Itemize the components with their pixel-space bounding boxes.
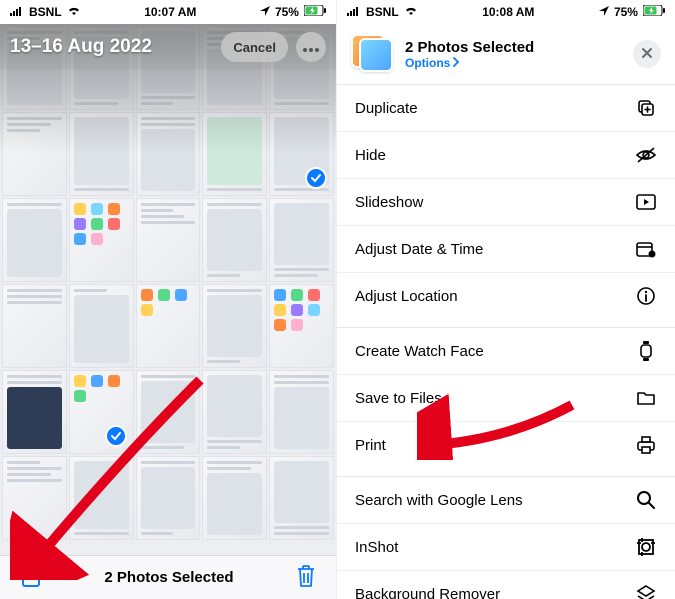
photo-thumb[interactable]: [69, 198, 134, 282]
sheet-title: 2 Photos Selected: [405, 39, 534, 56]
selection-count-label: 2 Photos Selected: [104, 569, 233, 586]
photo-thumb[interactable]: [136, 370, 201, 454]
action-adjust-location[interactable]: Adjust Location: [337, 273, 675, 319]
action-label: Duplicate: [355, 100, 418, 117]
photo-thumb[interactable]: [202, 198, 267, 282]
sheet-header: 2 Photos Selected Options: [337, 24, 675, 85]
action-label: Adjust Date & Time: [355, 241, 483, 258]
photos-header: 13–16 Aug 2022 Cancel: [0, 24, 336, 70]
action-google-lens[interactable]: Search with Google Lens: [337, 477, 675, 524]
action-save-files[interactable]: Save to Files: [337, 375, 675, 422]
trash-button[interactable]: [292, 560, 320, 595]
action-label: Hide: [355, 147, 386, 164]
signal-icon: [347, 5, 361, 19]
duplicate-icon: [635, 97, 657, 119]
folder-icon: [635, 387, 657, 409]
selection-check-icon: [305, 167, 327, 189]
photo-thumb[interactable]: [269, 370, 334, 454]
photo-thumb[interactable]: [2, 284, 67, 368]
photo-thumb[interactable]: [136, 456, 201, 540]
photo-thumb[interactable]: [202, 284, 267, 368]
action-label: Adjust Location: [355, 288, 458, 305]
share-sheet: 2 Photos Selected Options: [337, 24, 675, 599]
action-adjust-date[interactable]: Adjust Date & Time: [337, 226, 675, 273]
battery-icon: [643, 5, 665, 19]
ellipsis-icon: [303, 40, 319, 55]
calendar-icon: [635, 238, 657, 260]
cancel-button[interactable]: Cancel: [221, 32, 288, 62]
photo-thumb[interactable]: [2, 112, 67, 196]
photo-thumb[interactable]: [2, 198, 67, 282]
status-bar: BSNL 10:08 AM 75%: [337, 0, 675, 24]
printer-icon: [635, 434, 657, 456]
battery-icon: [304, 5, 326, 19]
play-icon: [635, 191, 657, 213]
chevron-right-icon: [453, 56, 460, 70]
carrier-label: BSNL: [366, 5, 399, 19]
close-button[interactable]: [633, 40, 661, 68]
photo-grid[interactable]: [0, 24, 336, 555]
action-duplicate[interactable]: Duplicate: [337, 85, 675, 132]
photo-thumb[interactable]: [202, 456, 267, 540]
search-icon: [635, 489, 657, 511]
status-bar: BSNL 10:07 AM 75%: [0, 0, 336, 24]
options-button[interactable]: Options: [405, 56, 534, 70]
photo-thumb[interactable]: [136, 112, 201, 196]
carrier-label: BSNL: [29, 5, 62, 19]
layers-icon: [635, 583, 657, 599]
share-button[interactable]: [16, 559, 46, 596]
left-phone: BSNL 10:07 AM 75% 13–16 Aug 2022 Cancel: [0, 0, 337, 599]
share-icon: [20, 577, 42, 592]
trash-icon: [296, 576, 316, 591]
photo-thumb[interactable]: [269, 456, 334, 540]
hide-icon: [635, 144, 657, 166]
clock: 10:07 AM: [144, 5, 196, 19]
more-button[interactable]: [296, 32, 326, 62]
action-label: InShot: [355, 539, 398, 556]
right-phone: BSNL 10:08 AM 75%: [337, 0, 675, 599]
photo-thumb[interactable]: [69, 284, 134, 368]
photo-thumb[interactable]: [269, 112, 334, 196]
photo-thumb[interactable]: [136, 198, 201, 282]
action-print[interactable]: Print: [337, 422, 675, 468]
signal-icon: [10, 5, 24, 19]
clock: 10:08 AM: [482, 5, 534, 19]
action-label: Search with Google Lens: [355, 492, 523, 509]
photo-thumb[interactable]: [136, 284, 201, 368]
action-label: Create Watch Face: [355, 343, 484, 360]
photo-thumb[interactable]: [69, 456, 134, 540]
wifi-icon: [404, 5, 418, 19]
action-slideshow[interactable]: Slideshow: [337, 179, 675, 226]
selection-preview: [351, 34, 395, 74]
close-icon: [641, 47, 653, 62]
photo-thumb[interactable]: [202, 370, 267, 454]
photo-thumb[interactable]: [269, 284, 334, 368]
action-inshot[interactable]: InShot: [337, 524, 675, 571]
photo-thumb[interactable]: [269, 198, 334, 282]
location-icon: [599, 5, 609, 19]
action-background-remover[interactable]: Background Remover: [337, 571, 675, 599]
selection-check-icon: [105, 425, 127, 447]
photo-thumb[interactable]: [69, 112, 134, 196]
action-list: Duplicate Hide Slideshow: [337, 85, 675, 599]
photo-thumb[interactable]: [69, 370, 134, 454]
action-hide[interactable]: Hide: [337, 132, 675, 179]
bottom-toolbar: 2 Photos Selected: [0, 555, 336, 599]
action-watch-face[interactable]: Create Watch Face: [337, 328, 675, 375]
action-label: Print: [355, 437, 386, 454]
battery-label: 75%: [275, 5, 299, 19]
photo-thumb[interactable]: [2, 370, 67, 454]
action-label: Save to Files: [355, 390, 442, 407]
wifi-icon: [67, 5, 81, 19]
action-label: Background Remover: [355, 586, 500, 599]
watch-icon: [635, 340, 657, 362]
action-label: Slideshow: [355, 194, 423, 211]
photo-thumb[interactable]: [2, 456, 67, 540]
location-icon: [260, 5, 270, 19]
photo-thumb[interactable]: [202, 112, 267, 196]
date-range-title: 13–16 Aug 2022: [10, 36, 152, 58]
inshot-icon: [635, 536, 657, 558]
battery-label: 75%: [614, 5, 638, 19]
info-icon: [635, 285, 657, 307]
